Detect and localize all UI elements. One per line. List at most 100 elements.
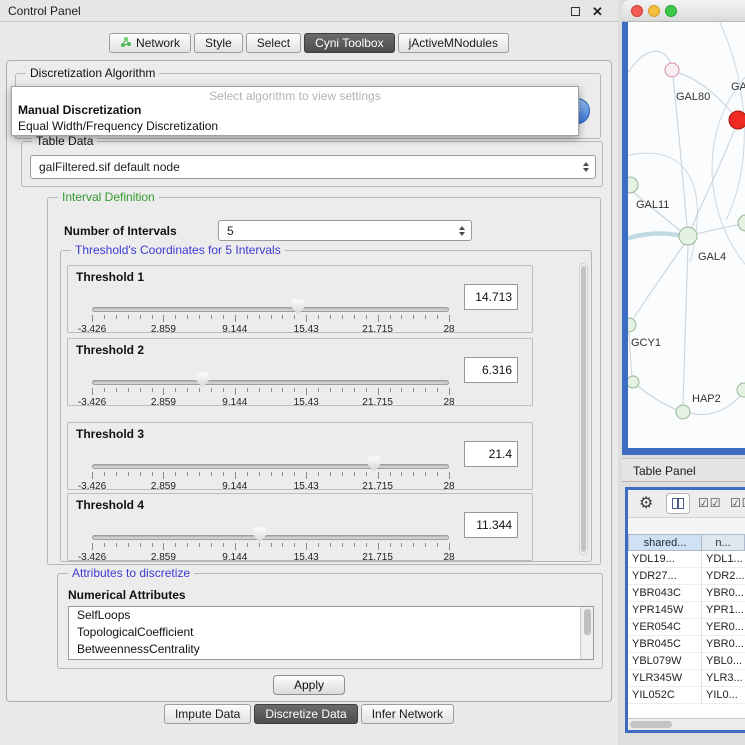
select-all-icon[interactable]: ☑☑ (698, 496, 722, 510)
minimize-traffic-light-icon[interactable] (648, 5, 660, 17)
dropdown-option[interactable]: Manual Discretization (18, 103, 141, 117)
num-intervals-combobox[interactable]: 5 (218, 220, 472, 241)
tab-cyni-toolbox[interactable]: Cyni Toolbox (304, 33, 394, 53)
table-browser: ⚙ ☑☑ ☑☑ shared...n... YDL19...YDL1...YDR… (628, 490, 745, 730)
close-icon[interactable]: ✕ (591, 5, 604, 18)
network-edge[interactable] (628, 234, 684, 241)
network-node[interactable] (665, 63, 679, 77)
threshold-value-field[interactable]: 21.4 (464, 441, 518, 467)
table-cell: YDL19... (628, 551, 702, 567)
table-row[interactable]: YDR27...YDR2... (628, 568, 745, 585)
tab-select[interactable]: Select (246, 33, 301, 53)
table-row[interactable]: YLR345WYLR3... (628, 670, 745, 687)
apply-button[interactable]: Apply (273, 675, 345, 695)
tick-mark (175, 472, 176, 476)
network-edge[interactable] (683, 244, 688, 405)
network-canvas[interactable]: GAL80GALGAL11GAL4GCY1HAP2 (628, 22, 745, 448)
tab-discretize-data[interactable]: Discretize Data (254, 704, 357, 724)
slider-thumb[interactable] (196, 372, 209, 388)
column-header[interactable]: shared... (628, 534, 702, 551)
network-edge[interactable] (632, 191, 682, 232)
tick-mark (116, 388, 117, 392)
threshold-slider-track[interactable] (92, 535, 449, 540)
scrollbar-thumb[interactable] (584, 609, 591, 635)
table-row[interactable]: YDL19...YDL1... (628, 551, 745, 568)
attributes-scrollbar[interactable] (580, 607, 593, 659)
tick-mark (401, 543, 402, 547)
network-edge[interactable] (696, 224, 742, 234)
slider-thumb[interactable] (253, 527, 266, 543)
network-node[interactable] (628, 177, 638, 193)
tab-style[interactable]: Style (194, 33, 243, 53)
tick-mark (140, 315, 141, 319)
threshold-slider-track[interactable] (92, 307, 449, 312)
threshold-value-field[interactable]: 6.316 (464, 357, 518, 383)
dropdown-option[interactable]: Equal Width/Frequency Discretization (18, 119, 218, 133)
tick-mark (116, 472, 117, 476)
column-settings-button[interactable] (666, 493, 690, 514)
network-edge[interactable] (638, 386, 677, 410)
tick-label: 2.859 (151, 397, 176, 408)
tick-mark (330, 472, 331, 476)
table-row[interactable]: YIL052CYIL0... (628, 687, 745, 704)
network-node[interactable] (679, 227, 697, 245)
network-node[interactable] (738, 215, 745, 231)
network-edge[interactable] (628, 51, 671, 94)
tick-mark (128, 472, 129, 476)
tick-label: 9.144 (222, 324, 247, 335)
tick-mark (187, 543, 188, 547)
table-cell: YLR345W (628, 670, 702, 686)
table-row[interactable]: YPR145WYPR1... (628, 602, 745, 619)
table-hscrollbar[interactable] (628, 718, 745, 730)
list-item[interactable]: TopologicalCoefficient (69, 624, 593, 641)
scrollbar-thumb[interactable] (630, 721, 672, 728)
network-node[interactable] (676, 405, 690, 419)
table-cell: YPR1... (702, 602, 745, 618)
network-edge[interactable] (631, 243, 685, 322)
tick-mark (413, 543, 414, 547)
table-row[interactable]: YER054CYER0... (628, 619, 745, 636)
attributes-list[interactable]: SelfLoopsTopologicalCoefficientBetweenne… (68, 606, 594, 660)
tick-mark (235, 543, 236, 550)
table-data-combobox[interactable]: galFiltered.sif default node (30, 155, 596, 179)
scrollbar-thumb[interactable] (581, 266, 586, 552)
tab-infer-network[interactable]: Infer Network (361, 704, 454, 724)
list-item[interactable]: BetweennessCentrality (69, 641, 593, 658)
tick-mark (318, 315, 319, 319)
threshold-value-field[interactable]: 11.344 (464, 512, 518, 538)
slider-thumb[interactable] (292, 299, 305, 315)
table-row[interactable]: YBR045CYBR0... (628, 636, 745, 653)
network-node[interactable] (628, 376, 639, 388)
column-header[interactable]: n... (702, 534, 745, 551)
tab-jactivemnodules[interactable]: jActiveMNodules (398, 33, 509, 53)
threshold-slider-track[interactable] (92, 380, 449, 385)
tick-mark (366, 543, 367, 547)
tab-impute-data[interactable]: Impute Data (164, 704, 251, 724)
table-row[interactable]: YBL079WYBL0... (628, 653, 745, 670)
float-window-icon[interactable] (569, 5, 582, 18)
gear-icon[interactable]: ⚙ (639, 493, 653, 513)
slider-thumb[interactable] (368, 456, 381, 472)
close-traffic-light-icon[interactable] (631, 5, 643, 17)
threshold-slider-track[interactable] (92, 464, 449, 469)
tick-label: 21.715 (362, 481, 393, 492)
network-node[interactable] (737, 383, 745, 397)
tick-mark (342, 543, 343, 547)
tick-mark (437, 472, 438, 476)
list-item[interactable]: SelfLoops (69, 607, 593, 624)
tick-mark (306, 388, 307, 395)
tick-mark (104, 472, 105, 476)
table-row[interactable]: YBR043CYBR0... (628, 585, 745, 602)
zoom-traffic-light-icon[interactable] (665, 5, 677, 17)
deselect-all-icon[interactable]: ☑☑ (730, 496, 745, 510)
tick-mark (366, 472, 367, 476)
network-node[interactable] (628, 318, 636, 332)
threshold-value-field[interactable]: 14.713 (464, 284, 518, 310)
tick-mark (211, 315, 212, 319)
tick-mark (354, 543, 355, 547)
dropdown-placeholder: Select algorithm to view settings (12, 89, 578, 103)
tab-network[interactable]: Network (109, 33, 191, 53)
network-node[interactable] (729, 111, 745, 129)
thresholds-scrollbar[interactable] (579, 263, 588, 555)
tick-label: 2.859 (151, 324, 176, 335)
